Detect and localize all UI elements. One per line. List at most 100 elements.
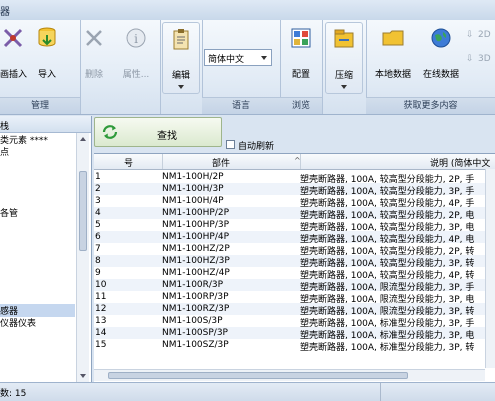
tree-item[interactable]: 各管 [0, 206, 18, 219]
table-row[interactable]: 7 NM1-100HZ/2P 塑壳断路器, 100A, 较高型分段能力, 2P, 转 [94, 243, 495, 257]
cell-part: NM1-100HZ/2P [162, 244, 230, 254]
cell-part: NM1-100R/3P [162, 280, 224, 290]
delete-label: 删除 [84, 70, 103, 80]
cell-number: 12 [95, 304, 107, 314]
cell-number: 2 [95, 184, 101, 194]
table-horizontal-scrollbar[interactable] [94, 369, 485, 381]
table-row[interactable]: 5 NM1-100HP/3P 塑壳断路器, 100A, 较高型分段能力, 3P, 电 [94, 219, 495, 233]
cell-number: 13 [95, 316, 107, 326]
status-count: 数: 15 [0, 389, 27, 399]
cell-part: NM1-100HP/2P [162, 208, 230, 218]
cell-part: NM1-100HP/3P [162, 220, 230, 230]
config-label: 配置 [291, 70, 310, 80]
online-data-button[interactable]: 在线数据 [418, 22, 464, 86]
cell-number: 1 [95, 172, 101, 182]
auto-refresh-label: 自动刷新 [238, 142, 275, 152]
group-language-label: 语言 [202, 97, 280, 114]
tree-item[interactable]: 仪器仪表 [0, 316, 36, 329]
table-row[interactable]: 8 NM1-100HZ/3P 塑壳断路器, 100A, 较高型分段能力, 3P, 转 [94, 255, 495, 269]
cell-number: 4 [95, 208, 101, 218]
cell-part: NM1-100SP/3P [162, 328, 228, 338]
table-row[interactable]: 12 NM1-100RZ/3P 塑壳断路器, 100A, 限流型分段能力, 3P, … [94, 303, 495, 317]
local-data-button[interactable]: 本地数据 [370, 22, 416, 86]
table-header: 号 部件 ^ 说明 (简体中文 [94, 154, 495, 170]
search-button[interactable]: 查找 [94, 117, 222, 147]
group-language: 语言 [202, 20, 281, 114]
status-bar: 数: 15 [0, 382, 495, 401]
table-row[interactable]: 6 NM1-100HP/4P 塑壳断路器, 100A, 较高型分段能力, 4P, 电 [94, 231, 495, 245]
table-row[interactable]: 14 NM1-100SP/3P 塑壳断路器, 100A, 标准型分段能力, 3P, … [94, 327, 495, 341]
view-2d-button[interactable]: 2D [478, 30, 491, 40]
group-edit: 编辑 [160, 20, 203, 114]
tree-item[interactable]: 类元素 **** [0, 133, 48, 146]
tree-scrollbar[interactable] [76, 133, 89, 382]
refresh-icon [102, 125, 118, 139]
cell-part: NM1-100RZ/3P [162, 304, 230, 314]
scroll-up-icon[interactable] [80, 137, 86, 141]
table-row[interactable]: 1 NM1-100H/2P 塑壳断路器, 100A, 较高型分段能力, 2P, 手 [94, 171, 495, 185]
cell-number: 14 [95, 328, 107, 338]
table-vertical-scrollbar[interactable] [485, 169, 495, 368]
tree-item[interactable]: 点 [0, 145, 9, 158]
compress-label: 压缩 [334, 71, 353, 81]
table-row[interactable]: 9 NM1-100HZ/4P 塑壳断路器, 100A, 较高型分段能力, 4P, 转 [94, 267, 495, 281]
svg-text:i: i [134, 32, 138, 46]
table-row[interactable]: 13 NM1-100S/3P 塑壳断路器, 100A, 标准型分段能力, 3P, 手 [94, 315, 495, 329]
cell-part: NM1-100S/3P [162, 316, 223, 326]
globe-icon [431, 28, 451, 48]
column-header-description[interactable]: 说明 (简体中文 [430, 156, 490, 169]
search-label: 查找 [157, 131, 177, 142]
database-import-icon [38, 27, 56, 47]
scroll-down-icon[interactable] [80, 374, 86, 378]
import-button[interactable]: 导入 [32, 22, 62, 86]
compress-button[interactable]: 压缩 [325, 22, 363, 94]
delete-icon [86, 30, 102, 46]
table-row[interactable]: 11 NM1-100RP/3P 塑壳断路器, 100A, 限流型分段能力, 3P, … [94, 291, 495, 305]
cell-number: 8 [95, 256, 101, 266]
edit-dropdown-arrow [178, 85, 184, 89]
online-data-label: 在线数据 [422, 70, 459, 80]
tree-scroll-thumb[interactable] [79, 171, 87, 251]
status-panel [380, 383, 495, 401]
edit-button[interactable]: 编辑 [162, 22, 200, 94]
category-tree-panel: 栈 类元素 **** 点各管感器 仪器仪表 [0, 116, 92, 382]
cell-number: 9 [95, 268, 101, 278]
view-3d-button[interactable]: 3D [478, 54, 491, 64]
language-select[interactable]: 简体中文 [204, 49, 272, 66]
table-row[interactable]: 10 NM1-100R/3P 塑壳断路器, 100A, 限流型分段能力, 3P, 手 [94, 279, 495, 293]
cell-number: 10 [95, 280, 107, 290]
column-header-no[interactable]: 号 [124, 156, 133, 169]
auto-refresh-checkbox[interactable] [226, 140, 235, 149]
tree-item[interactable]: 感器 [0, 303, 75, 317]
group-manage-cont: 删除 i 属性... [80, 20, 161, 114]
cell-part: NM1-100HP/4P [162, 232, 230, 242]
group-more: 本地数据 在线数据 获取更多内容 [366, 20, 495, 114]
tree-header-label: 栈 [0, 122, 10, 132]
cell-part: NM1-100H/3P [162, 184, 224, 194]
edit-label: 编辑 [171, 71, 190, 81]
column-header-part[interactable]: 部件 [212, 156, 230, 169]
window-title: 器 [0, 7, 10, 18]
table-row[interactable]: 3 NM1-100H/4P 塑壳断路器, 100A, 较高型分段能力, 4P, 手 [94, 195, 495, 209]
local-data-label: 本地数据 [374, 70, 411, 80]
group-browse: 配置 浏览 [280, 20, 323, 114]
tree-header: 栈 [0, 116, 91, 133]
properties-label: 属性... [122, 70, 150, 80]
cell-part: NM1-100RP/3P [162, 292, 229, 302]
config-button[interactable]: 配置 [282, 22, 320, 86]
group-browse-label: 浏览 [280, 97, 322, 114]
delete-button[interactable]: 删除 [80, 22, 108, 86]
table-row[interactable]: 15 NM1-100SZ/3P 塑壳断路器, 100A, 标准型分段能力, 3P, … [94, 339, 495, 353]
cell-part: NM1-100H/4P [162, 196, 224, 206]
cell-number: 7 [95, 244, 101, 254]
compress-dropdown-arrow [341, 85, 347, 89]
download-3d-icon: ⇩ [466, 54, 474, 64]
properties-button[interactable]: i 属性... [116, 22, 156, 86]
table-hscroll-thumb[interactable] [108, 372, 408, 379]
cell-part: NM1-100HZ/4P [162, 268, 230, 278]
insert-button[interactable]: 画插入 [0, 22, 27, 86]
table-row[interactable]: 2 NM1-100H/3P 塑壳断路器, 100A, 较高型分段能力, 3P, 手 [94, 183, 495, 197]
config-icon [291, 28, 311, 48]
parts-table: 号 部件 ^ 说明 (简体中文 1 NM1-100H/2P 塑壳断路器, 100A,… [94, 153, 495, 382]
table-row[interactable]: 4 NM1-100HP/2P 塑壳断路器, 100A, 较高型分段能力, 2P, 电 [94, 207, 495, 221]
